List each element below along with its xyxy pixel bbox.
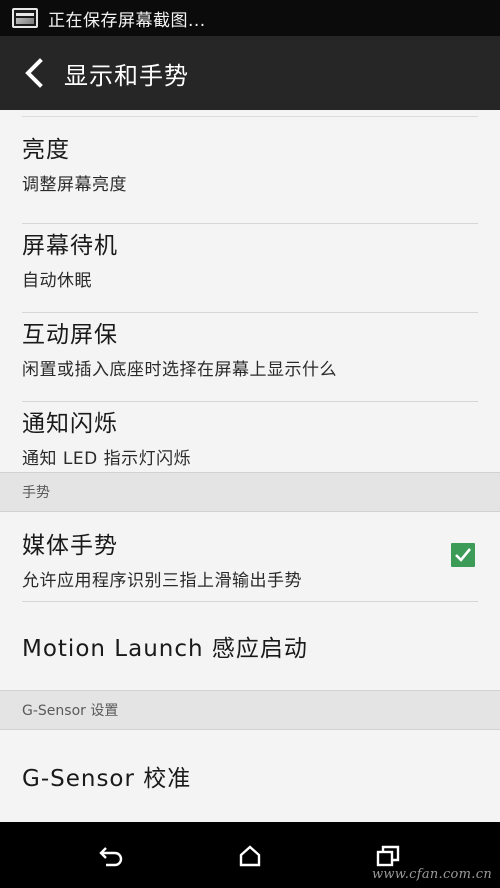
setting-screen-timeout[interactable]: 屏幕待机 自动休眠 xyxy=(0,224,500,313)
setting-subtitle: 闲置或插入底座时选择在屏幕上显示什么 xyxy=(22,360,337,380)
setting-title: 互动屏保 xyxy=(22,322,118,348)
setting-subtitle: 通知 LED 指示灯闪烁 xyxy=(22,449,192,469)
setting-title: 媒体手势 xyxy=(22,533,118,559)
setting-notification-flash[interactable]: 通知闪烁 通知 LED 指示灯闪烁 xyxy=(0,402,500,472)
screenshot-icon xyxy=(12,8,38,28)
setting-motion-launch[interactable]: Motion Launch 感应启动 xyxy=(0,602,500,690)
status-bar: 正在保存屏幕截图... xyxy=(0,0,500,36)
section-header-gsensor: G-Sensor 设置 xyxy=(0,690,500,730)
chevron-left-icon xyxy=(25,58,43,88)
media-gesture-checkbox[interactable] xyxy=(451,543,475,567)
setting-title: 亮度 xyxy=(22,137,70,163)
status-text: 正在保存屏幕截图... xyxy=(48,10,206,31)
section-header-gestures: 手势 xyxy=(0,472,500,512)
setting-subtitle: 自动休眠 xyxy=(22,271,92,291)
back-arrow-icon xyxy=(99,847,123,867)
setting-daydream[interactable]: 互动屏保 闲置或插入底座时选择在屏幕上显示什么 xyxy=(0,313,500,402)
setting-title: G-Sensor 校准 xyxy=(22,766,192,792)
navigation-bar: www.cfan.com.cn xyxy=(0,822,500,888)
watermark: www.cfan.com.cn xyxy=(371,867,492,882)
setting-title: 通知闪烁 xyxy=(22,411,118,437)
setting-title: 屏幕待机 xyxy=(22,233,118,259)
setting-subtitle: 调整屏幕亮度 xyxy=(22,175,127,195)
back-button[interactable] xyxy=(0,36,60,110)
recents-icon xyxy=(376,845,400,867)
setting-brightness[interactable]: 亮度 调整屏幕亮度 xyxy=(0,130,500,224)
setting-title: Motion Launch 感应启动 xyxy=(22,636,308,662)
nav-back-button[interactable] xyxy=(91,836,131,876)
divider xyxy=(22,116,478,117)
checkmark-icon xyxy=(455,548,472,562)
home-icon xyxy=(239,845,261,867)
settings-list: 亮度 调整屏幕亮度 屏幕待机 自动休眠 互动屏保 闲置或插入底座时选择在屏幕上显… xyxy=(0,110,500,822)
nav-home-button[interactable] xyxy=(230,836,270,876)
page-title: 显示和手势 xyxy=(64,61,189,90)
action-bar: 显示和手势 xyxy=(0,36,500,110)
setting-media-gesture[interactable]: 媒体手势 允许应用程序识别三指上滑输出手势 xyxy=(0,512,500,602)
setting-subtitle: 允许应用程序识别三指上滑输出手势 xyxy=(22,571,302,591)
setting-gsensor-calibrate[interactable]: G-Sensor 校准 xyxy=(0,730,500,822)
